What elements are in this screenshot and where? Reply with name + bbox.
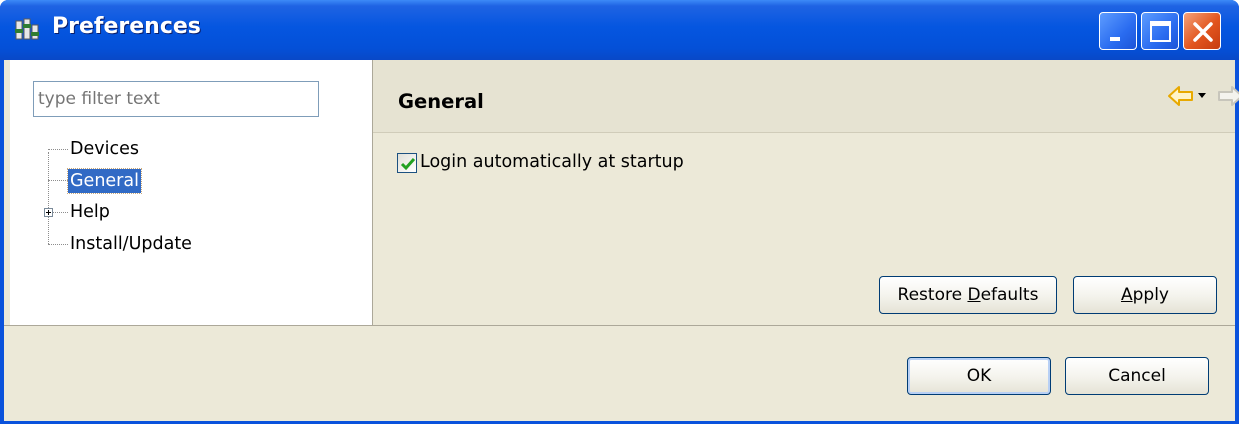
title-bar[interactable]: Preferences: [0, 0, 1239, 60]
page-header: General: [373, 60, 1239, 133]
preference-navigation-pane: Devices General Help Install/Update: [10, 60, 373, 326]
minimize-icon: [1110, 37, 1120, 41]
button-label-part: Restore: [897, 285, 968, 305]
button-label-part: pply: [1132, 285, 1169, 305]
tree-item-general[interactable]: General: [67, 168, 142, 194]
button-label-part: efaults: [980, 285, 1039, 305]
close-icon: [1193, 22, 1213, 42]
expand-help-toggle[interactable]: [44, 208, 53, 217]
maximize-icon: [1150, 21, 1171, 42]
mnemonic-letter: D: [967, 285, 981, 305]
tree-connector: [48, 244, 68, 245]
button-bar-separator: [4, 325, 1235, 326]
forward-arrow-icon: [1218, 86, 1239, 106]
tree-guide-line: [48, 152, 49, 244]
back-arrow-icon[interactable]: [1167, 84, 1195, 108]
login-automatically-label: Login automatically at startup: [420, 152, 684, 172]
restore-defaults-button[interactable]: Restore Defaults: [879, 276, 1057, 314]
cancel-button[interactable]: Cancel: [1065, 357, 1209, 395]
preferences-app-icon: [15, 18, 39, 40]
window-title: Preferences: [52, 14, 201, 39]
ok-button[interactable]: OK: [907, 357, 1051, 395]
maximize-button[interactable]: [1141, 12, 1179, 50]
close-button[interactable]: [1183, 12, 1221, 50]
tree-connector: [53, 212, 68, 213]
tree-connector: [48, 149, 68, 150]
tree-item-devices[interactable]: Devices: [70, 137, 139, 161]
tree-item-install-update[interactable]: Install/Update: [70, 232, 192, 256]
mnemonic-letter: A: [1120, 285, 1133, 305]
dialog-client-area: Devices General Help Install/Update Gene…: [4, 60, 1239, 421]
preferences-window: Preferences Devices General Help In: [0, 0, 1239, 424]
back-history-dropdown-icon[interactable]: [1198, 93, 1208, 99]
tree-item-help[interactable]: Help: [70, 200, 110, 224]
checkmark-icon: [400, 158, 416, 171]
preference-page: General Login automatically at startup R…: [373, 60, 1239, 325]
page-title: General: [398, 90, 484, 113]
apply-button[interactable]: Apply: [1073, 276, 1217, 314]
filter-input[interactable]: [33, 81, 319, 117]
tree-connector: [48, 180, 68, 181]
minimize-button[interactable]: [1099, 12, 1137, 50]
login-automatically-checkbox[interactable]: [397, 153, 417, 173]
